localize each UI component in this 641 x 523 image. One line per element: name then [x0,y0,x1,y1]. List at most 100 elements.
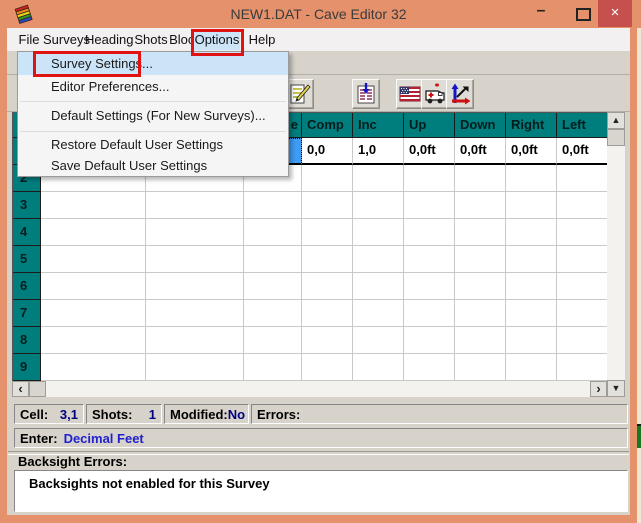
grid-cell[interactable] [302,273,353,300]
grid-cell[interactable] [244,354,302,381]
grid-cell-left[interactable]: 0,0ft [557,138,608,165]
menu-item-default-settings[interactable]: Default Settings (For New Surveys)... [18,104,288,128]
grid-cell[interactable] [244,300,302,327]
grid-cell[interactable] [557,219,608,246]
grid-cell[interactable] [557,246,608,273]
grid-cell[interactable] [146,219,244,246]
grid-row[interactable]: 5 [13,246,608,273]
grid-cell[interactable] [455,327,506,354]
grid-row[interactable]: 6 [13,273,608,300]
grid-cell[interactable] [41,192,146,219]
grid-cell[interactable] [302,219,353,246]
axes-tools-button[interactable] [446,79,474,109]
menu-item-restore-defaults[interactable]: Restore Default User Settings [18,134,288,155]
column-header-inc[interactable]: Inc [353,113,404,138]
grid-cell[interactable] [302,300,353,327]
grid-cell[interactable] [506,273,557,300]
grid-cell[interactable] [244,246,302,273]
grid-cell[interactable] [302,246,353,273]
grid-cell[interactable] [146,246,244,273]
grid-cell[interactable] [557,273,608,300]
grid-cell[interactable] [455,354,506,381]
grid-cell[interactable] [302,354,353,381]
grid-row[interactable]: 8 [13,327,608,354]
menubar-item-heading[interactable]: Heading [85,29,133,50]
grid-row[interactable]: 4 [13,219,608,246]
row-header-7[interactable]: 7 [13,300,41,327]
menubar-item-options[interactable]: Options [194,29,240,50]
grid-cell[interactable] [404,327,455,354]
grid-cell[interactable] [302,192,353,219]
grid-cell[interactable] [404,273,455,300]
grid-cell[interactable] [41,327,146,354]
grid-row[interactable]: 3 [13,192,608,219]
grid-cell[interactable] [41,354,146,381]
grid-cell[interactable] [41,300,146,327]
grid-cell-down[interactable]: 0,0ft [455,138,506,165]
grid-row[interactable]: 9 [13,354,608,381]
grid-cell[interactable] [557,192,608,219]
grid-cell[interactable] [404,219,455,246]
grid-cell-comp[interactable]: 0,0 [302,138,353,165]
grid-cell[interactable] [41,246,146,273]
scroll-right-button[interactable]: › [590,381,607,397]
grid-cell[interactable] [146,354,244,381]
scroll-left-button[interactable]: ‹ [12,381,29,397]
row-header-8[interactable]: 8 [13,327,41,354]
row-header-9[interactable]: 9 [13,354,41,381]
grid-cell[interactable] [506,219,557,246]
grid-cell[interactable] [557,327,608,354]
grid-cell[interactable] [506,165,557,192]
column-header-up[interactable]: Up [404,113,455,138]
grid-cell[interactable] [353,354,404,381]
grid-cell[interactable] [404,192,455,219]
grid-cell[interactable] [244,273,302,300]
grid-cell[interactable] [557,300,608,327]
menubar-item-surveys[interactable]: Surveys [43,29,87,50]
grid-cell[interactable] [557,165,608,192]
grid-cell[interactable] [41,273,146,300]
vertical-scroll-thumb[interactable] [607,129,625,146]
column-header-right[interactable]: Right [506,113,557,138]
menubar-item-file[interactable]: File [15,29,43,50]
grid-cell[interactable] [353,273,404,300]
grid-cell[interactable] [302,327,353,354]
grid-cell[interactable] [353,327,404,354]
menu-item-save-defaults[interactable]: Save Default User Settings [18,155,288,177]
grid-cell[interactable] [506,246,557,273]
grid-cell[interactable] [455,246,506,273]
vertical-scrollbar[interactable]: ▲ ▼ [607,112,625,397]
grid-cell[interactable] [404,354,455,381]
grid-cell-right[interactable]: 0,0ft [506,138,557,165]
edit-survey-button[interactable] [286,79,314,109]
grid-cell[interactable] [146,273,244,300]
menubar-item-shots[interactable]: Shots [133,29,169,50]
grid-cell[interactable] [146,192,244,219]
column-header-left[interactable]: Left [557,113,608,138]
scroll-up-button[interactable]: ▲ [607,112,625,129]
grid-cell[interactable] [353,246,404,273]
grid-cell[interactable] [353,165,404,192]
horizontal-scroll-thumb[interactable] [29,381,46,397]
grid-cell[interactable] [506,354,557,381]
grid-cell[interactable] [244,219,302,246]
menubar-item-help[interactable]: Help [246,29,278,50]
minimize-button[interactable]: – [524,0,558,27]
grid-cell[interactable] [404,300,455,327]
grid-cell[interactable] [302,165,353,192]
column-header-comp[interactable]: Comp [302,113,353,138]
grid-cell[interactable] [455,192,506,219]
grid-cell[interactable] [146,327,244,354]
column-header-down[interactable]: Down [455,113,506,138]
grid-cell[interactable] [353,300,404,327]
title-bar[interactable]: NEW1.DAT - Cave Editor 32 – × [0,0,641,28]
grid-cell[interactable] [353,219,404,246]
grid-cell[interactable] [244,327,302,354]
row-header-5[interactable]: 5 [13,246,41,273]
row-header-4[interactable]: 4 [13,219,41,246]
import-shots-button[interactable] [352,79,380,109]
grid-cell[interactable] [41,219,146,246]
horizontal-scrollbar[interactable]: ‹ › [12,381,607,397]
menu-item-editor-preferences[interactable]: Editor Preferences... [18,75,288,98]
grid-cell[interactable] [455,165,506,192]
